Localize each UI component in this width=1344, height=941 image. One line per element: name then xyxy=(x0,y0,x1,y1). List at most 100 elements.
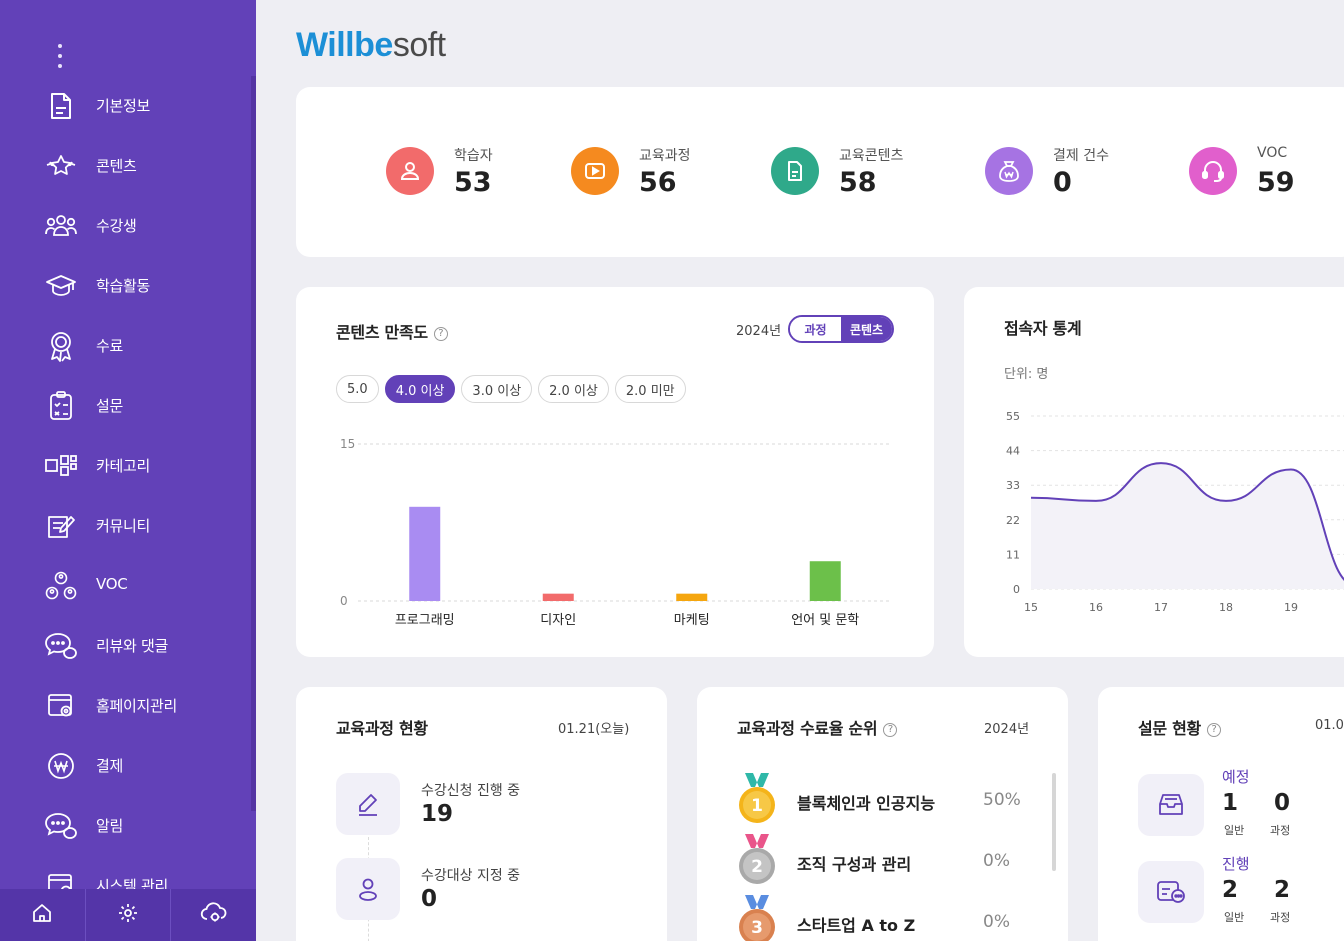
sidebar-item-contents[interactable]: 콘텐츠 xyxy=(0,138,250,194)
stat-label: VOC xyxy=(1257,145,1288,161)
brand-logo[interactable]: Willbesoft xyxy=(296,26,446,65)
chip-2-0-over[interactable]: 2.0 이상 xyxy=(538,375,609,403)
pencil-icon xyxy=(336,773,400,835)
inbox-tray-icon xyxy=(1138,774,1204,836)
sidebar-item-reviews[interactable]: 리뷰와 댓글 xyxy=(0,618,250,674)
course-content-toggle[interactable]: 과정 콘텐츠 xyxy=(788,315,894,343)
sidebar-item-label: 카테고리 xyxy=(96,457,151,475)
x-category-label: 프로그래밍 xyxy=(395,613,455,628)
stat-label: 교육과정 xyxy=(639,148,691,164)
silver-medal-icon: 2 xyxy=(739,834,775,884)
status-value: 19 xyxy=(421,801,454,827)
category-blocks-icon xyxy=(44,450,78,482)
sidebar-item-students[interactable]: 수강생 xyxy=(0,198,250,254)
sidebar-bottom-bar xyxy=(0,889,256,941)
home-button[interactable] xyxy=(0,889,86,941)
sidebar-item-community[interactable]: 커뮤니티 xyxy=(0,498,250,554)
sidebar-item-label: 학습활동 xyxy=(96,277,151,295)
sidebar-item-completion[interactable]: 수료 xyxy=(0,318,250,374)
help-icon[interactable]: ? xyxy=(1206,722,1221,737)
y-tick-label: 33 xyxy=(1006,479,1020,492)
rank-percent: 0% xyxy=(983,912,1010,932)
status-label: 수강대상 지정 중 xyxy=(421,868,521,884)
chip-3-0-over[interactable]: 3.0 이상 xyxy=(461,375,533,403)
y-tick-label: 15 xyxy=(340,437,355,451)
stat-label: 결제 건수 xyxy=(1053,148,1109,164)
sidebar-item-notifications[interactable]: 알림 xyxy=(0,798,250,854)
rank-row[interactable]: 3 스타트업 A to Z 0% xyxy=(737,895,1027,941)
survey-status-title: 설문 현황? xyxy=(1138,715,1221,739)
status-value: 0 xyxy=(421,886,438,912)
rating-filter-chips: 5.0 4.0 이상 3.0 이상 2.0 이상 2.0 미만 xyxy=(336,375,686,403)
survey-course-count: 0 xyxy=(1274,790,1291,816)
sidebar-item-homepage[interactable]: 홈페이지관리 xyxy=(0,678,250,734)
cloud-settings-button[interactable] xyxy=(171,889,256,941)
person-icon xyxy=(386,147,434,195)
sidebar-item-payment[interactable]: 결제 xyxy=(0,738,250,794)
area-fill xyxy=(1031,463,1344,589)
sidebar-item-category[interactable]: 카테고리 xyxy=(0,438,250,494)
completion-rank-title-text: 교육과정 수료율 순위 xyxy=(737,719,878,738)
survey-general-label: 일반 xyxy=(1224,824,1245,837)
money-bag-icon xyxy=(985,147,1033,195)
rank-percent: 0% xyxy=(983,851,1010,871)
help-icon[interactable]: ? xyxy=(433,326,448,341)
survey-status-title-text: 설문 현황 xyxy=(1138,719,1201,738)
sidebar-item-label: 수료 xyxy=(96,337,124,355)
chip-2-0-under[interactable]: 2.0 미만 xyxy=(614,375,686,403)
sidebar-item-survey[interactable]: 설문 xyxy=(0,378,250,434)
settings-button[interactable] xyxy=(86,889,172,941)
course-status-title: 교육과정 현황 xyxy=(336,719,428,738)
sidebar-scrollbar[interactable] xyxy=(251,76,256,811)
cloud-gear-icon xyxy=(200,902,228,928)
sidebar: 기본정보 콘텐츠 수강생 학습활동 수료 설문 카테고리 커뮤니티 VOC 리뷰… xyxy=(0,0,256,941)
more-menu-icon[interactable] xyxy=(56,44,64,68)
chat-bubbles-icon xyxy=(44,630,78,662)
stat-value: 59 xyxy=(1257,167,1295,198)
user-outline-icon xyxy=(336,858,400,920)
visitor-stats-card: 접속자 통계 단위: 명 0 11 22 33 44 55 15 16 17 18 19 xyxy=(964,287,1344,657)
survey-general-count: 2 xyxy=(1222,877,1239,903)
x-tick-label: 18 xyxy=(1219,601,1233,614)
gear-icon xyxy=(117,902,139,928)
stat-label: 교육콘텐츠 xyxy=(839,148,904,164)
sidebar-item-voc[interactable]: VOC xyxy=(0,558,250,614)
notepad-pen-icon xyxy=(44,510,78,542)
won-coin-icon xyxy=(44,750,78,782)
sidebar-item-label: 알림 xyxy=(96,817,124,835)
rank-list-scrollbar[interactable] xyxy=(1052,773,1056,871)
bar xyxy=(542,593,574,601)
toggle-content[interactable]: 콘텐츠 xyxy=(841,317,892,341)
y-tick-label: 0 xyxy=(340,594,348,608)
home-icon xyxy=(31,902,53,928)
satisfaction-title-text: 콘텐츠 만족도 xyxy=(336,323,428,342)
y-tick-label: 22 xyxy=(1006,514,1020,527)
y-tick-label: 55 xyxy=(1006,410,1020,423)
rank-row[interactable]: 2 조직 구성과 관리 0% xyxy=(737,834,1027,890)
chip-4-0-over[interactable]: 4.0 이상 xyxy=(384,375,456,403)
sidebar-item-label: 커뮤니티 xyxy=(96,517,151,535)
sidebar-item-label: 설문 xyxy=(96,397,124,415)
x-category-label: 마케팅 xyxy=(674,613,710,628)
sidebar-item-learning-activity[interactable]: 학습활동 xyxy=(0,258,250,314)
rank-row[interactable]: 1 블록체인과 인공지능 50% xyxy=(737,773,1027,829)
survey-course-label: 과정 xyxy=(1270,824,1291,837)
content-satisfaction-card: 콘텐츠 만족도? 2024년 과정 콘텐츠 5.0 4.0 이상 3.0 이상 … xyxy=(296,287,934,657)
completion-rank-title: 교육과정 수료율 순위? xyxy=(737,715,898,739)
toggle-course[interactable]: 과정 xyxy=(790,317,841,341)
course-status-date: 01.21(오늘) xyxy=(558,722,630,737)
sidebar-item-basic-info[interactable]: 기본정보 xyxy=(0,78,250,134)
survey-chat-icon xyxy=(1138,861,1204,923)
bar xyxy=(809,561,841,601)
rank-course-name: 스타트업 A to Z xyxy=(797,916,916,935)
sidebar-item-label: 기본정보 xyxy=(96,97,151,115)
award-ribbon-icon xyxy=(44,330,78,362)
svg-text:1: 1 xyxy=(751,796,763,816)
x-tick-label: 16 xyxy=(1089,601,1103,614)
sidebar-item-label: 수강생 xyxy=(96,217,137,235)
completion-rank-year: 2024년 xyxy=(984,722,1030,737)
people-network-icon xyxy=(44,570,78,602)
help-icon[interactable]: ? xyxy=(883,722,898,737)
chip-5-0[interactable]: 5.0 xyxy=(336,375,379,403)
svg-text:2: 2 xyxy=(751,857,763,877)
